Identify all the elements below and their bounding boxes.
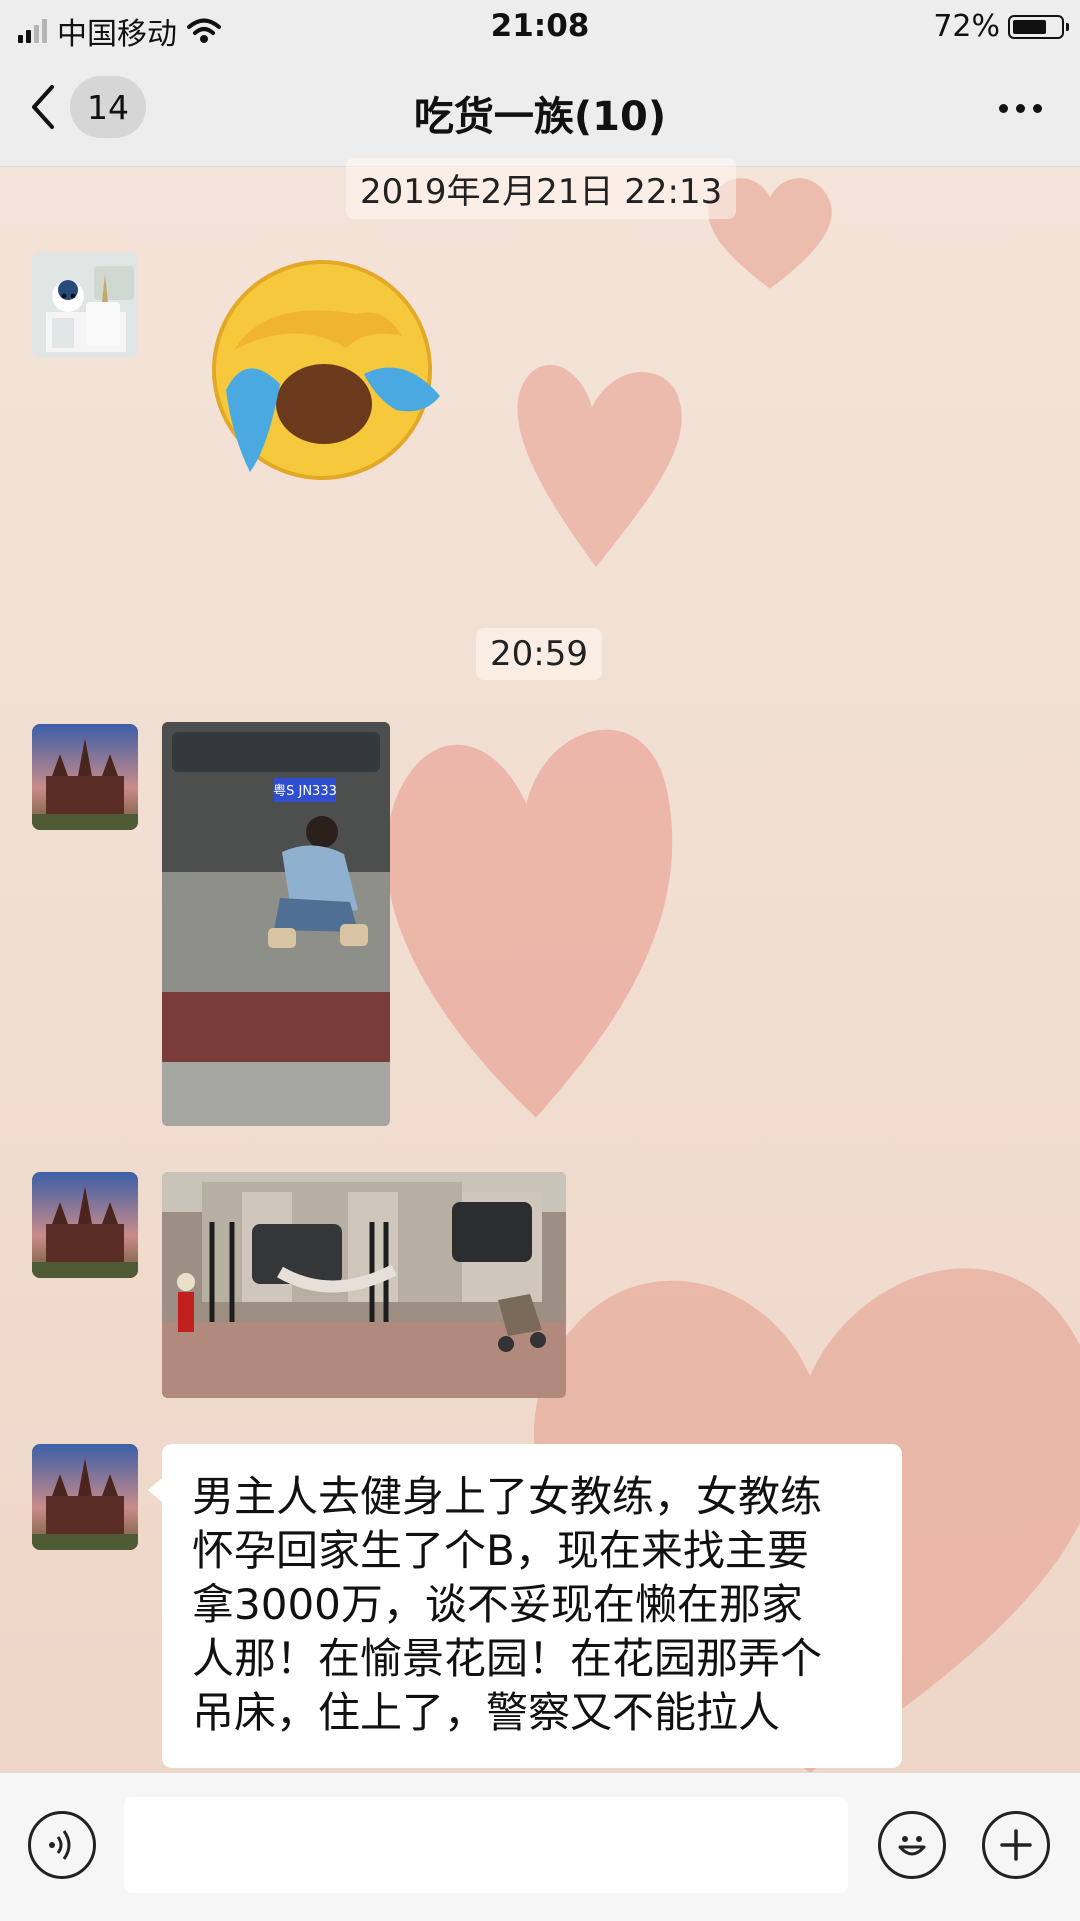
message-line: 拿3000万，谈不妥现在懒在那家 — [192, 1580, 803, 1629]
chat-header: 14 吃货一族(10) — [0, 54, 1080, 167]
plus-button[interactable] — [982, 1811, 1050, 1879]
chat-title: 吃货一族(10) — [413, 94, 667, 140]
status-time: 21:08 — [490, 8, 590, 44]
avatar[interactable] — [32, 1444, 138, 1550]
voice-button[interactable] — [28, 1811, 96, 1879]
heart-decoration — [517, 364, 682, 567]
image-message[interactable]: 粤S JN333 — [162, 722, 390, 1126]
battery-percent: 72% — [933, 9, 1000, 44]
message-line: 男主人去健身上了女教练，女教练 — [192, 1472, 823, 1521]
plus-icon — [1000, 1829, 1032, 1861]
status-bar: 中国移动 21:08 72% — [0, 0, 1080, 54]
text-message-bubble[interactable]: 男主人去健身上了女教练，女教练 怀孕回家生了个B，现在来找主要 拿3000万，谈… — [148, 1444, 902, 1768]
battery-icon — [1008, 14, 1069, 39]
input-bar — [0, 1772, 1080, 1921]
message-line: 怀孕回家生了个B，现在来找主要 — [192, 1526, 809, 1575]
image-message[interactable] — [162, 1172, 566, 1398]
more-button[interactable] — [999, 104, 1042, 113]
avatar[interactable] — [32, 252, 138, 358]
avatar[interactable] — [32, 1172, 138, 1278]
timestamp-divider: 2019年2月21日 22:13 — [346, 158, 737, 219]
heart-decoration — [385, 729, 673, 1118]
license-plate: 粤S JN333 — [273, 783, 337, 799]
more-icon — [999, 104, 1008, 113]
battery-indicator: 72% — [933, 9, 1069, 44]
avatar[interactable] — [32, 724, 138, 830]
message-line: 吊床，住上了，警察又不能拉人 — [192, 1688, 781, 1737]
message-input[interactable] — [124, 1797, 848, 1893]
emoji-icon — [898, 1836, 926, 1856]
sticker-emoji[interactable] — [206, 258, 456, 488]
message-line: 人那！在愉景花园！在花园那弄个 — [192, 1634, 823, 1683]
voice-icon — [49, 1830, 71, 1860]
timestamp-divider: 20:59 — [476, 628, 602, 680]
emoji-button[interactable] — [878, 1811, 946, 1879]
